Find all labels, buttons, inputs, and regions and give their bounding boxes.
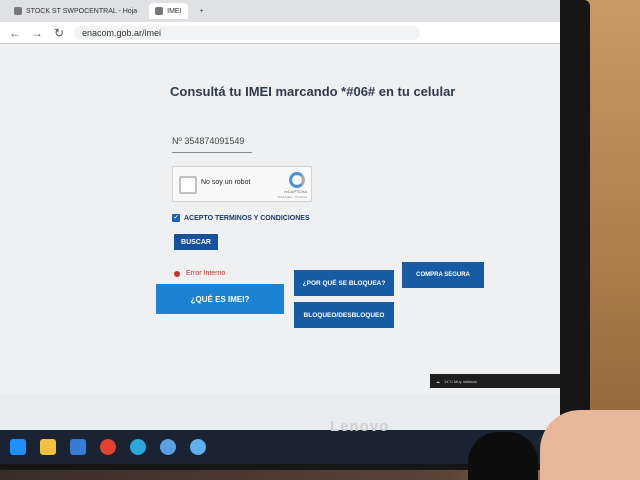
captcha-brand: reCAPTCHA xyxy=(284,189,307,194)
recaptcha-icon xyxy=(289,172,305,188)
file-explorer-icon[interactable] xyxy=(40,439,56,455)
safe-purchase-button[interactable]: COMPRA SEGURA xyxy=(402,262,484,288)
page-title: Consultá tu IMEI marcando *#06# en tu ce… xyxy=(170,84,456,99)
terms-label: ACEPTO TERMINOS Y CONDICIONES xyxy=(184,214,310,222)
terms-checkbox-row[interactable]: ✓ ACEPTO TERMINOS Y CONDICIONES xyxy=(172,214,310,222)
monitor-brand: Lenovo xyxy=(330,418,390,435)
block-unblock-button[interactable]: BLOQUEO/DESBLOQUEO xyxy=(294,302,394,328)
checkbox-checked-icon[interactable]: ✓ xyxy=(172,214,180,222)
address-bar: ← → ↻ enacom.gob.ar/imei xyxy=(0,22,560,44)
app-icon[interactable] xyxy=(160,439,176,455)
captcha-checkbox[interactable] xyxy=(179,176,197,194)
site-icon xyxy=(155,7,164,15)
reload-icon[interactable]: ↻ xyxy=(52,26,66,40)
why-blocked-button[interactable]: ¿POR QUÉ SE BLOQUEA? xyxy=(294,270,394,296)
chrome-icon[interactable] xyxy=(100,439,116,455)
imei-field[interactable]: Nº 354874091549 xyxy=(172,136,252,153)
imei-prefix: Nº xyxy=(172,136,182,146)
error-icon xyxy=(174,270,180,277)
edge-icon[interactable] xyxy=(130,439,146,455)
screen: STOCK ST SWPOCENTRAL - Hoja IMEI + ← → ↻… xyxy=(0,0,560,430)
new-tab-button[interactable]: + xyxy=(194,3,210,19)
what-is-imei-button[interactable]: ¿QUÉ ES IMEI? xyxy=(156,284,284,314)
url-field[interactable]: enacom.gob.ar/imei xyxy=(74,25,420,40)
weather-text: 14°C Muy nublado xyxy=(444,378,477,384)
mouse xyxy=(468,432,538,480)
windows-start-icon[interactable] xyxy=(10,439,26,455)
captcha-label: No soy un robot xyxy=(201,179,251,186)
forward-icon[interactable]: → xyxy=(30,26,44,40)
search-button[interactable]: BUSCAR xyxy=(174,234,218,250)
app-icon[interactable] xyxy=(70,439,86,455)
captcha-terms[interactable]: Privacidad - Términos xyxy=(278,195,307,199)
imei-value: 354874091549 xyxy=(184,136,245,146)
tab-bar: STOCK ST SWPOCENTRAL - Hoja IMEI + xyxy=(0,0,560,22)
page-content: Consultá tu IMEI marcando *#06# en tu ce… xyxy=(0,44,560,394)
recaptcha: No soy un robot reCAPTCHA Privacidad - T… xyxy=(172,166,312,202)
app-icon[interactable] xyxy=(190,439,206,455)
back-icon[interactable]: ← xyxy=(8,26,22,40)
tab-imei[interactable]: IMEI xyxy=(149,3,188,19)
monitor: STOCK ST SWPOCENTRAL - Hoja IMEI + ← → ↻… xyxy=(0,0,590,470)
hand xyxy=(540,410,640,480)
tab-stock[interactable]: STOCK ST SWPOCENTRAL - Hoja xyxy=(8,3,143,19)
tab-label: STOCK ST SWPOCENTRAL - Hoja xyxy=(26,7,138,15)
error-message: Error Interno xyxy=(174,270,225,277)
system-tray: ☁ 14°C Muy nublado xyxy=(430,374,560,388)
tab-label: IMEI xyxy=(167,7,182,15)
error-text: Error Interno xyxy=(186,270,226,277)
sheet-icon xyxy=(14,7,22,15)
weather-icon: ☁ xyxy=(436,378,440,384)
